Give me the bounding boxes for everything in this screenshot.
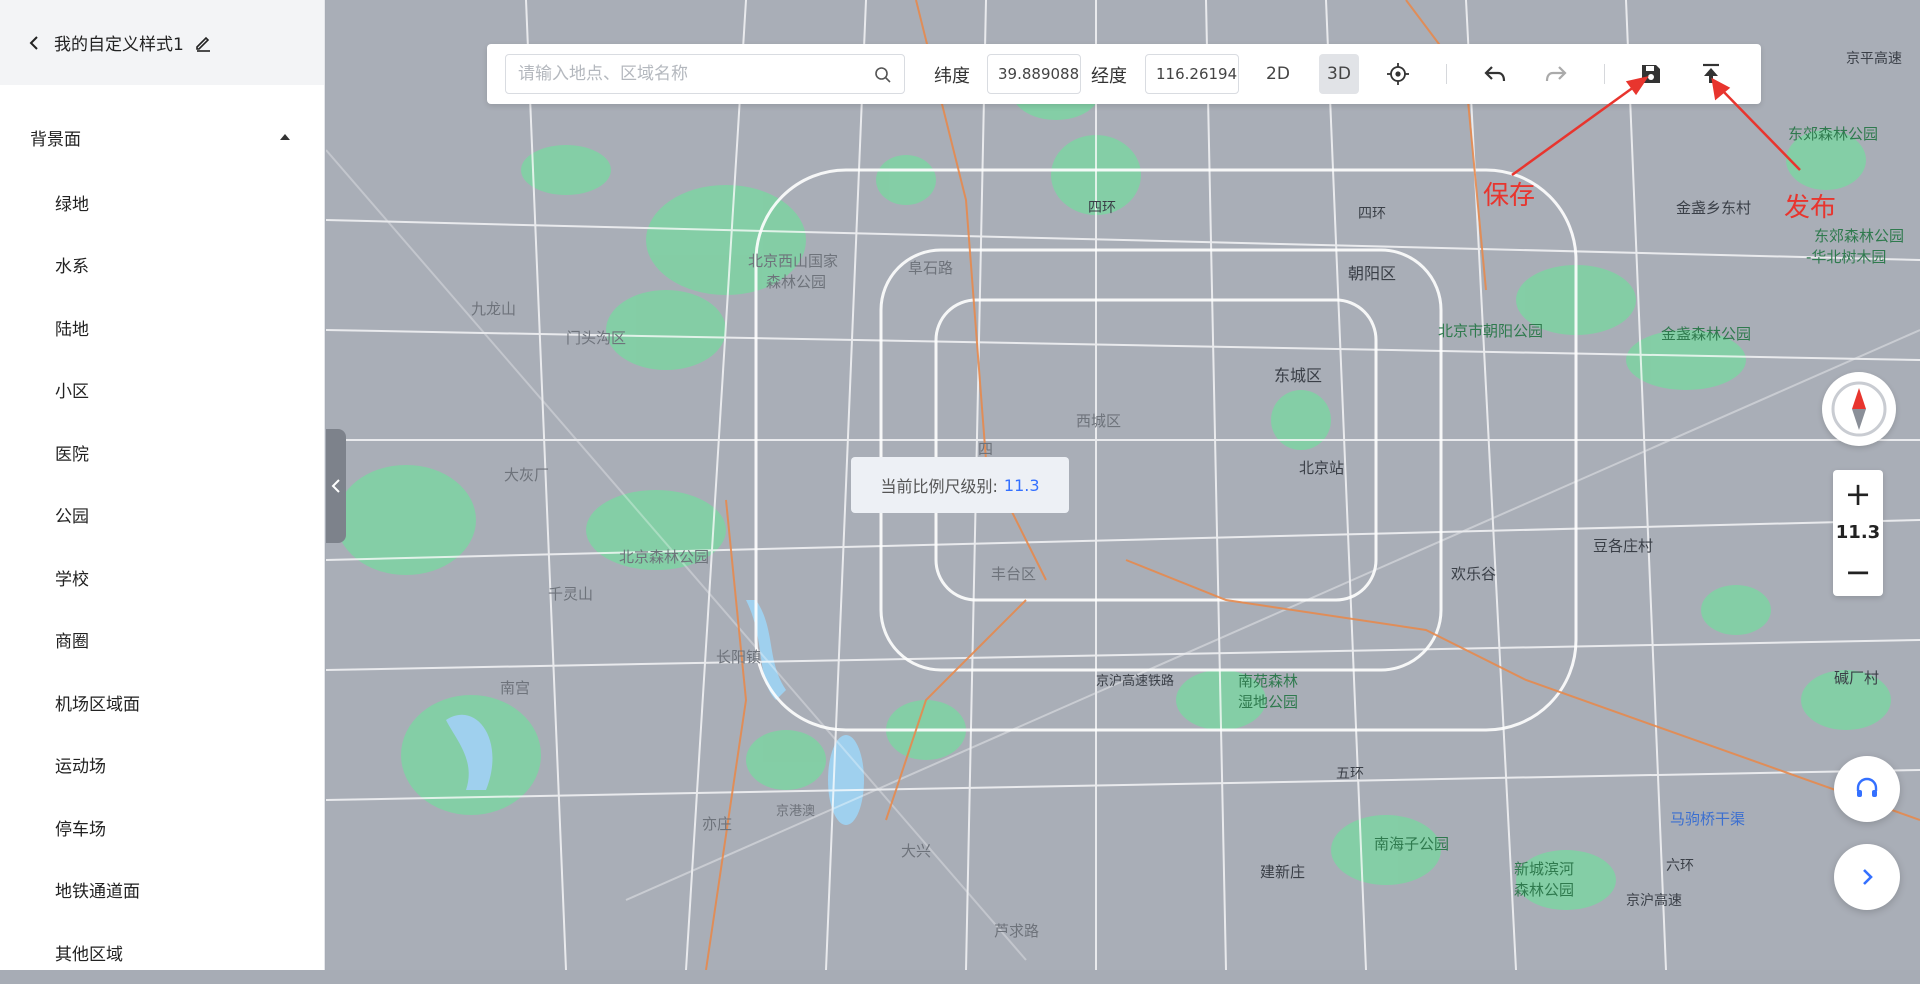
support-button[interactable]: [1834, 756, 1900, 822]
expand-panel-button[interactable]: [1834, 844, 1900, 910]
zoom-level: 11.3: [1835, 522, 1881, 543]
compass-control[interactable]: [1822, 372, 1896, 446]
headset-icon: [1856, 777, 1878, 797]
save-annotation: 保存: [1483, 181, 1536, 211]
zoom-in-button[interactable]: +: [1833, 474, 1883, 514]
chevron-right-icon: [1863, 869, 1873, 885]
publish-annotation: 发布: [1784, 193, 1837, 223]
annotation-arrows: [1511, 76, 1801, 177]
zoom-control: + 11.3 −: [1833, 470, 1883, 596]
zoom-out-button[interactable]: −: [1833, 552, 1883, 592]
compass-icon: [1831, 381, 1887, 437]
